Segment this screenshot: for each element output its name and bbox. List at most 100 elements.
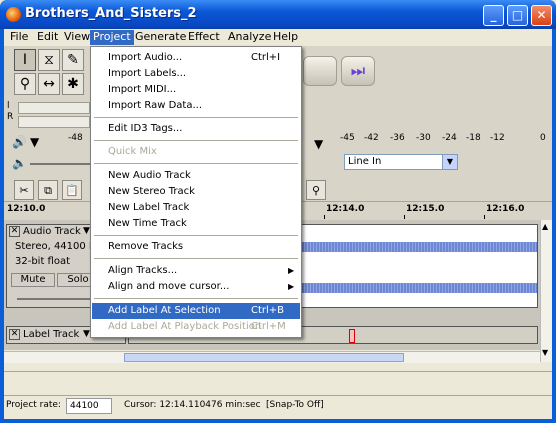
input-source-select[interactable]: Line In ▼ [344, 154, 458, 170]
window-title: Brothers_And_Sisters_2 [25, 6, 197, 21]
vertical-scrollbar[interactable]: ▲ ▼ [540, 220, 552, 362]
mic-meter-dropdown-icon[interactable]: ▼ [314, 137, 323, 151]
menu-item-shortcut: Ctrl+M [251, 321, 286, 332]
speaker-icon: 🔊 [12, 135, 27, 149]
audacity-app-icon [6, 7, 21, 22]
playback-meter-left [18, 102, 90, 114]
menu-project[interactable]: Project [90, 30, 134, 45]
ruler-tick [484, 215, 485, 219]
track-menu-arrow-icon[interactable]: ▼ [83, 226, 90, 236]
audio-track-name[interactable]: Audio Track [23, 226, 81, 237]
menu-item-add-label-playback: Add Label At Playback Position Ctrl+M [92, 319, 300, 335]
scroll-thumb[interactable] [124, 353, 404, 362]
menu-view[interactable]: View [61, 30, 93, 45]
track-bitdepth-info: 32-bit float [15, 256, 71, 267]
menu-item-add-label-selection[interactable]: Add Label At Selection Ctrl+B [92, 303, 300, 319]
menu-item-shortcut: Ctrl+I [251, 52, 281, 63]
volume-icon: 🔈 [12, 156, 27, 170]
ruler-label: 12:14.0 [326, 204, 365, 214]
multi-tool-icon[interactable]: ✱ [62, 73, 84, 95]
menu-item-import-audio[interactable]: Import Audio... Ctrl+I [92, 50, 300, 66]
scroll-up-icon[interactable]: ▲ [542, 222, 548, 231]
menu-separator [94, 140, 298, 141]
playback-meter-letter-l: l [7, 101, 10, 111]
project-rate-field[interactable]: 44100 [66, 398, 112, 414]
selection-bar [4, 371, 552, 391]
horizontal-scrollbar[interactable] [4, 351, 540, 363]
minimize-button[interactable]: _ [483, 5, 504, 26]
menu-file[interactable]: File [7, 30, 31, 45]
menu-analyze[interactable]: Analyze [225, 30, 274, 45]
menu-item-label: Import Audio... [108, 52, 183, 63]
input-scale-24: -24 [442, 133, 457, 143]
menu-separator [94, 235, 298, 236]
label-marker[interactable] [349, 329, 355, 343]
maximize-button[interactable]: □ [507, 5, 528, 26]
title-bar[interactable]: Brothers_And_Sisters_2 _ □ ✕ [0, 0, 556, 29]
zoom-fit-icon[interactable]: ⚲ [306, 180, 326, 200]
track-menu-arrow-icon[interactable]: ▼ [83, 329, 90, 339]
chevron-down-icon[interactable]: ▼ [442, 155, 457, 169]
close-button[interactable]: ✕ [531, 5, 552, 26]
timeshift-tool-icon[interactable]: ↔ [38, 73, 60, 95]
mute-button[interactable]: Mute [11, 273, 55, 287]
ruler-tick [404, 215, 405, 219]
menu-item-new-label-track[interactable]: New Label Track [92, 200, 300, 216]
menu-item-remove-tracks[interactable]: Remove Tracks [92, 239, 300, 255]
ruler-label: 12:10.0 [7, 204, 46, 214]
menu-edit[interactable]: Edit [34, 30, 61, 45]
menu-item-new-stereo-track[interactable]: New Stereo Track [92, 184, 300, 200]
track-gain-slider[interactable] [17, 298, 97, 300]
menu-generate[interactable]: Generate [132, 30, 189, 45]
track-format-info: Stereo, 44100 Hz [15, 241, 102, 252]
menu-item-import-midi[interactable]: Import MIDI... [92, 82, 300, 98]
input-scale-12: -12 [490, 133, 505, 143]
menu-item-new-audio-track[interactable]: New Audio Track [92, 168, 300, 184]
cursor-position-text: Cursor: 12:14.110476 min:sec [124, 400, 261, 410]
label-track-name[interactable]: Label Track [23, 329, 79, 340]
ruler-label: 12:15.0 [406, 204, 445, 214]
menu-item-align-move-cursor[interactable]: Align and move cursor... ▶ [92, 279, 300, 295]
menu-bar: File Edit View Project Generate Effect A… [4, 29, 552, 45]
menu-item-shortcut: Ctrl+B [251, 305, 285, 316]
input-scale-0: 0 [540, 133, 546, 143]
envelope-tool-icon[interactable]: ⧖ [38, 49, 60, 71]
zoom-tool-icon[interactable]: ⚲ [14, 73, 36, 95]
close-track-icon[interactable]: ✕ [9, 329, 20, 340]
status-bar: Project rate: 44100 Cursor: 12:14.110476… [4, 395, 552, 417]
menu-separator [94, 117, 298, 118]
menu-item-import-raw[interactable]: Import Raw Data... [92, 98, 300, 114]
submenu-arrow-icon: ▶ [288, 266, 295, 275]
copy-icon[interactable]: ⧉ [38, 180, 58, 200]
menu-help[interactable]: Help [270, 30, 301, 45]
input-scale-18: -18 [466, 133, 481, 143]
input-source-value: Line In [348, 156, 382, 167]
input-scale-45: -45 [340, 133, 355, 143]
ruler-tick [324, 215, 325, 219]
selection-tool-icon[interactable]: I [14, 49, 36, 71]
cut-icon[interactable]: ✂ [14, 180, 34, 200]
input-scale-30: -30 [416, 133, 431, 143]
draw-tool-icon[interactable]: ✎ [62, 49, 84, 71]
stop-button[interactable] [303, 56, 337, 86]
menu-item-new-time-track[interactable]: New Time Track [92, 216, 300, 232]
menu-item-label: Add Label At Selection [108, 305, 221, 316]
close-track-icon[interactable]: ✕ [9, 226, 20, 237]
paste-icon[interactable]: 📋 [62, 180, 82, 200]
playback-meter-right [18, 116, 90, 128]
project-menu-dropdown: Import Audio... Ctrl+I Import Labels... … [90, 46, 302, 338]
meter-scale-left: -48 [68, 133, 83, 143]
snap-status-text: [Snap-To Off] [266, 400, 324, 410]
menu-item-import-labels[interactable]: Import Labels... [92, 66, 300, 82]
skip-end-icon[interactable]: ⏭ [341, 56, 375, 86]
playback-volume-slider[interactable] [30, 163, 90, 165]
app-window: Brothers_And_Sisters_2 _ □ ✕ File Edit V… [0, 0, 556, 423]
meter-dropdown-icon[interactable]: ▼ [30, 135, 39, 149]
input-scale-42: -42 [364, 133, 379, 143]
menu-item-align-tracks[interactable]: Align Tracks... ▶ [92, 263, 300, 279]
scroll-down-icon[interactable]: ▼ [542, 348, 548, 357]
menu-separator [94, 258, 298, 259]
menu-item-edit-id3[interactable]: Edit ID3 Tags... [92, 121, 300, 137]
menu-effect[interactable]: Effect [185, 30, 223, 45]
menu-item-label: Align and move cursor... [108, 281, 230, 292]
